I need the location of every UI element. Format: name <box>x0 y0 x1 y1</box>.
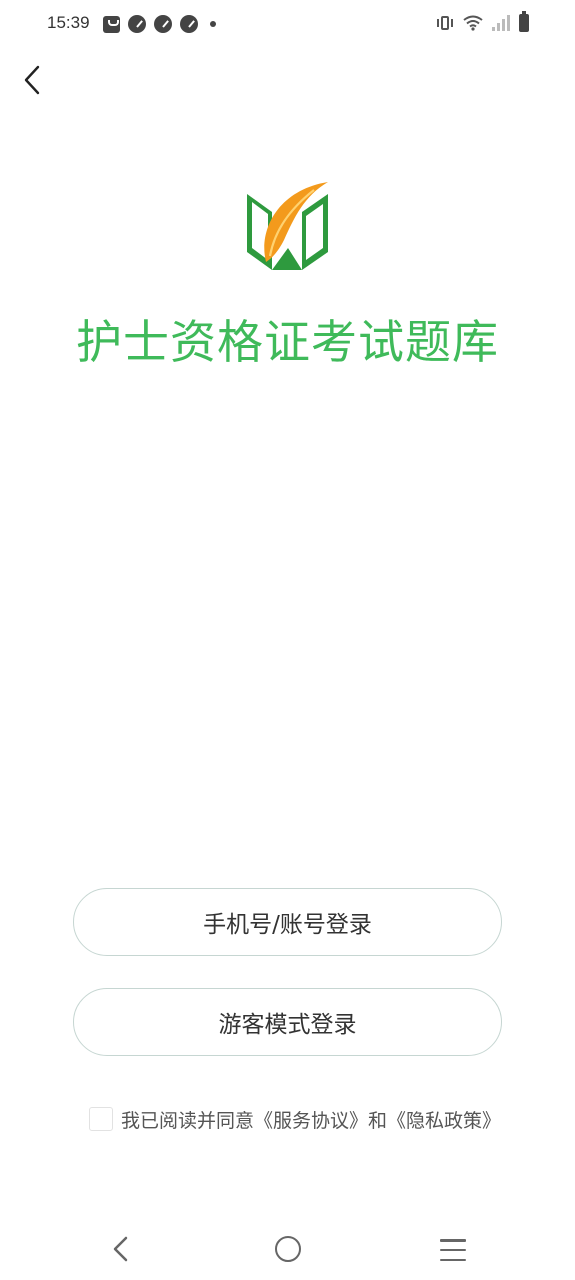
shopping-bag-icon <box>103 15 120 33</box>
system-nav-bar <box>0 1220 575 1280</box>
wifi-icon <box>463 15 483 31</box>
chevron-left-icon[interactable] <box>18 62 48 98</box>
phone-account-login-button[interactable]: 手机号/账号登录 <box>73 888 502 956</box>
agreement-conjunction: 和 <box>368 1109 388 1132</box>
system-icons <box>436 11 529 32</box>
privacy-policy-link[interactable]: 《隐私政策》 <box>387 1106 501 1133</box>
notification-icons <box>103 15 216 33</box>
nav-back-icon[interactable] <box>108 1236 134 1262</box>
book-leaf-logo-icon <box>247 182 328 270</box>
agreement-text: 我已阅读并同意 <box>121 1109 255 1132</box>
guest-login-button[interactable]: 游客模式登录 <box>73 988 502 1056</box>
battery-icon <box>519 11 529 32</box>
gauge-icon <box>180 15 198 33</box>
agreement-checkbox[interactable] <box>89 1107 113 1131</box>
signal-icon <box>492 15 510 31</box>
service-agreement-link[interactable]: 《服务协议》 <box>254 1106 368 1133</box>
vibrate-icon <box>436 14 454 32</box>
status-bar: 15:39 <box>0 0 575 48</box>
dot-icon <box>210 21 216 27</box>
app-title: 护士资格证考试题库 <box>76 315 499 369</box>
gauge-icon <box>128 15 146 33</box>
login-screen: 15:39 护士资格证考试题库 手机号/账号登录 游客模式登录 我已阅读并同意 … <box>0 0 575 1280</box>
nav-home-icon[interactable] <box>275 1236 301 1262</box>
status-time: 15:39 <box>47 13 90 32</box>
gauge-icon <box>154 15 172 33</box>
nav-menu-icon[interactable] <box>440 1239 466 1261</box>
agreement-row: 我已阅读并同意 《服务协议》 和 《隐私政策》 <box>89 1105 501 1133</box>
